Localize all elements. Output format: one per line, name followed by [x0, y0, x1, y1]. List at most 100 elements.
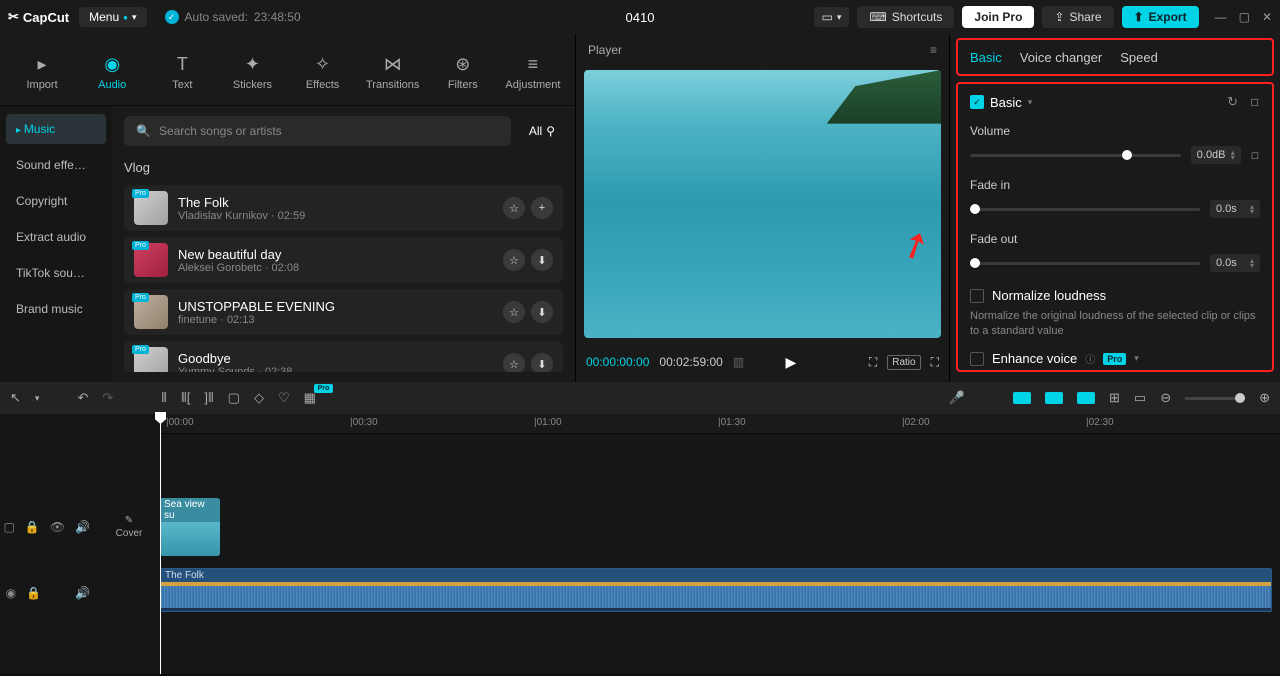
split-right-tool[interactable]: ]⦀	[204, 390, 213, 406]
cat-extract-audio[interactable]: Extract audio	[6, 222, 106, 252]
track-item[interactable]: Goodbye Yummy Sounds · 02:38 ☆ ⬇	[124, 341, 563, 372]
fadein-slider[interactable]	[970, 208, 1200, 211]
keyframe-icon[interactable]: ◇	[1246, 93, 1264, 111]
track-item[interactable]: New beautiful day Aleksei Gorobetc · 02:…	[124, 237, 563, 283]
cover-button[interactable]: ✎ Cover	[112, 515, 146, 539]
reset-icon[interactable]: ↻	[1227, 94, 1238, 110]
play-button[interactable]: ▶	[785, 354, 796, 371]
track-toggle-2[interactable]	[1045, 392, 1063, 404]
enhance-checkbox[interactable]	[970, 352, 984, 366]
track-toggle-1[interactable]	[1013, 392, 1031, 404]
zoom-out-icon[interactable]: ⊖	[1160, 390, 1171, 406]
effects-icon: ✧	[315, 54, 330, 75]
fullscreen-icon[interactable]: ⛶	[931, 355, 939, 370]
download-button[interactable]: ⬇	[531, 301, 553, 323]
redo-button[interactable]: ↷	[102, 390, 113, 406]
project-title[interactable]: 0410	[626, 10, 655, 25]
download-button[interactable]: ⬇	[531, 249, 553, 271]
fadeout-slider[interactable]	[970, 262, 1200, 265]
split-left-tool[interactable]: ⦀[	[181, 390, 190, 406]
compare-icon[interactable]: ▥	[733, 355, 744, 369]
filter-all-button[interactable]: All ⚲	[521, 118, 563, 144]
tab-filters[interactable]: ⊛Filters	[429, 40, 497, 105]
timeline-ruler[interactable]: |00:00 |00:30 |01:00 |01:30 |02:00 |02:3…	[160, 414, 1280, 434]
edit-icon: ✎	[125, 515, 133, 526]
filters-icon: ⊛	[455, 54, 470, 75]
share-button[interactable]: ⇪ Share	[1042, 6, 1113, 28]
tab-voice-changer[interactable]: Voice changer	[1020, 50, 1102, 65]
delete-tool[interactable]: ▢	[228, 390, 240, 406]
export-button[interactable]: ⬆ Export	[1122, 6, 1199, 28]
tab-audio[interactable]: ◉Audio	[78, 40, 146, 105]
favorite-button[interactable]: ☆	[503, 301, 525, 323]
magnet-icon[interactable]: ⊞	[1109, 390, 1120, 406]
zoom-fit-icon[interactable]: ⊕	[1259, 390, 1270, 406]
cat-tiktok-sounds[interactable]: TikTok sou…	[6, 258, 106, 288]
tab-adjustment[interactable]: ≡Adjustment	[499, 40, 567, 105]
select-tool[interactable]: ↖	[10, 390, 21, 406]
normalize-checkbox[interactable]	[970, 289, 984, 303]
favorite-button[interactable]: ☆	[503, 353, 525, 372]
mic-icon[interactable]: 🎤	[949, 390, 965, 406]
share-icon: ⇪	[1054, 10, 1064, 24]
menu-button[interactable]: Menu ● ▾	[79, 7, 146, 27]
marker-tool[interactable]: ◇	[254, 390, 264, 406]
tool-tabs: ▸Import ◉Audio TText ✦Stickers ✧Effects …	[0, 34, 575, 106]
tab-effects[interactable]: ✧Effects	[289, 40, 357, 105]
visibility-icon[interactable]: 👁	[50, 520, 65, 534]
undo-button[interactable]: ↶	[77, 390, 88, 406]
tab-transitions[interactable]: ⋈Transitions	[359, 40, 427, 105]
track-item[interactable]: UNSTOPPABLE EVENING finetune · 02:13 ☆ ⬇	[124, 289, 563, 335]
split-tool[interactable]: ⦀	[161, 390, 167, 406]
playhead[interactable]	[160, 414, 161, 674]
tab-speed[interactable]: Speed	[1120, 50, 1158, 65]
auto-tool[interactable]: ▦Pro	[304, 390, 316, 406]
favorite-button[interactable]: ☆	[503, 249, 525, 271]
lock-icon[interactable]: 🔒	[25, 520, 40, 534]
zoom-slider[interactable]	[1185, 397, 1245, 400]
mute-icon[interactable]: 🔊	[75, 586, 90, 600]
select-dropdown[interactable]: ▾	[35, 393, 40, 404]
audio-clip[interactable]: The Folk	[160, 568, 1272, 612]
shortcuts-button[interactable]: ⌨ Shortcuts	[857, 6, 954, 28]
join-pro-button[interactable]: Join Pro	[962, 6, 1034, 28]
minimize-icon[interactable]: —	[1215, 10, 1227, 24]
close-icon[interactable]: ✕	[1262, 10, 1272, 24]
track-toggle-3[interactable]	[1077, 392, 1095, 404]
volume-slider[interactable]	[970, 154, 1181, 157]
video-viewport[interactable]	[584, 70, 941, 338]
fadeout-value[interactable]: 0.0s▴▾	[1210, 254, 1260, 272]
download-button[interactable]: ⬇	[531, 353, 553, 372]
cat-sound-effects[interactable]: Sound effe…	[6, 150, 106, 180]
search-input[interactable]: 🔍 Search songs or artists	[124, 116, 511, 146]
add-button[interactable]: +	[531, 197, 553, 219]
volume-value[interactable]: 0.0dB▴▾	[1191, 146, 1241, 164]
aspect-dropdown[interactable]: ▭ ▾	[814, 7, 850, 27]
pro-badge: Pro	[1103, 353, 1126, 365]
track-item[interactable]: The Folk Vladislav Kurnikov · 02:59 ☆ +	[124, 185, 563, 231]
mute-icon[interactable]: 🔊	[75, 520, 90, 534]
tab-basic[interactable]: Basic	[970, 50, 1002, 65]
lock-icon[interactable]: 🔒	[26, 586, 41, 600]
cat-music[interactable]: Music	[6, 114, 106, 144]
basic-checkbox[interactable]: ✓	[970, 95, 984, 109]
settings-icon[interactable]: ▢	[4, 520, 15, 534]
cat-brand-music[interactable]: Brand music	[6, 294, 106, 324]
maximize-icon[interactable]: ▢	[1239, 10, 1250, 24]
audio-track-icon[interactable]: ◉	[6, 586, 16, 600]
tab-import[interactable]: ▸Import	[8, 40, 76, 105]
fadein-value[interactable]: 0.0s▴▾	[1210, 200, 1260, 218]
tab-text[interactable]: TText	[148, 40, 216, 105]
tab-stickers[interactable]: ✦Stickers	[218, 40, 286, 105]
player-menu-icon[interactable]: ≡	[930, 43, 937, 57]
video-clip[interactable]: Sea view su	[160, 498, 220, 556]
link-icon[interactable]: ▭	[1134, 390, 1146, 406]
favorite-button[interactable]: ☆	[503, 197, 525, 219]
audio-icon: ◉	[104, 54, 120, 75]
keyframe-icon[interactable]: ◇	[1247, 147, 1263, 163]
crop-icon[interactable]: ⛶	[869, 355, 877, 370]
tag-tool[interactable]: ♡	[278, 390, 290, 406]
inspector-tabs: Basic Voice changer Speed	[956, 38, 1274, 76]
cat-copyright[interactable]: Copyright	[6, 186, 106, 216]
ratio-button[interactable]: Ratio	[887, 355, 920, 370]
